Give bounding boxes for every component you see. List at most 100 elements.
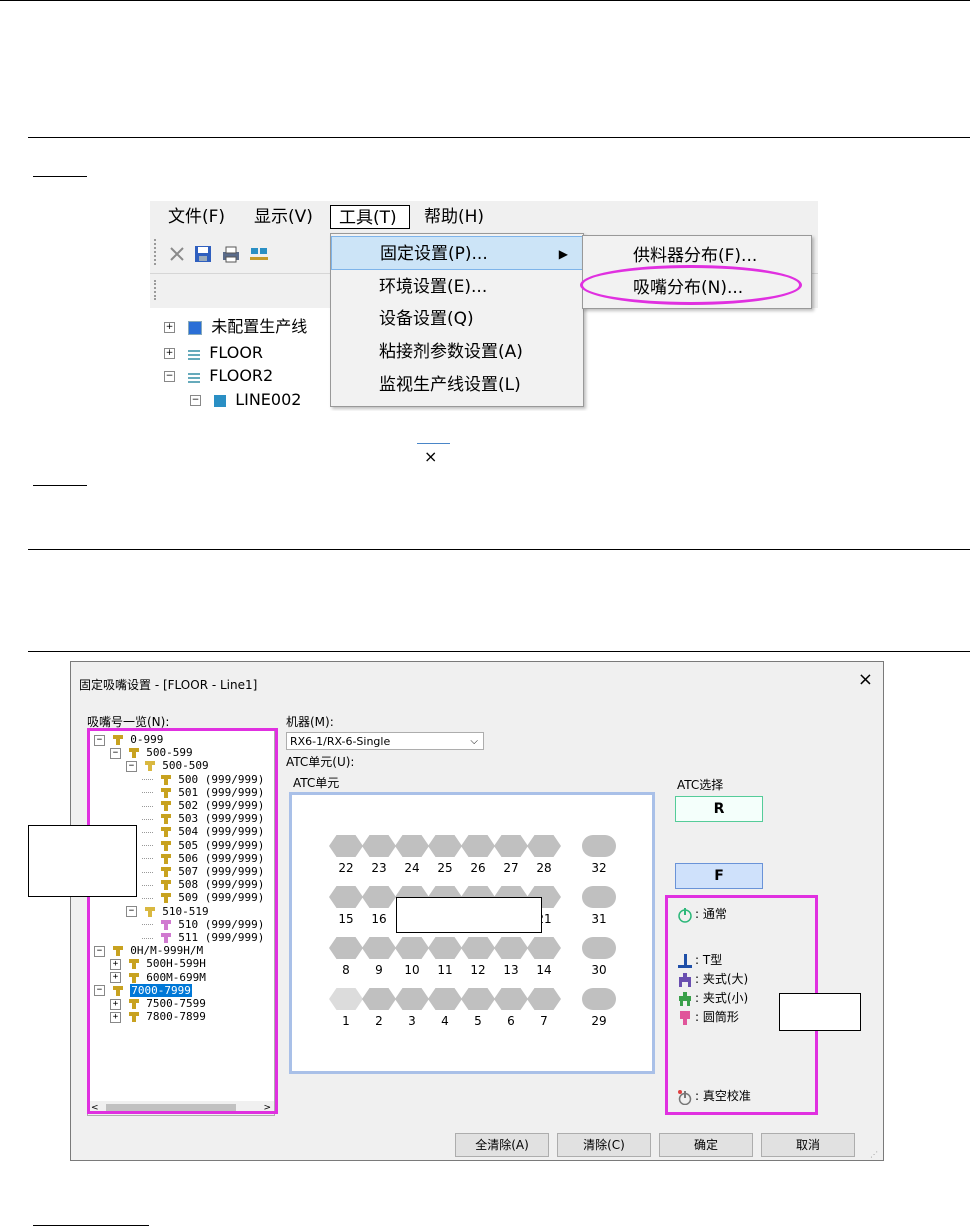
atc-slot[interactable] (582, 988, 616, 1010)
atc-slot[interactable] (494, 988, 528, 1010)
tree-item-floor[interactable]: + FLOOR (164, 343, 263, 363)
atc-slot[interactable] (395, 937, 429, 959)
highlight-box-tree (87, 728, 278, 1114)
atc-slot-number: 15 (338, 912, 354, 926)
section-rule (28, 549, 970, 550)
atc-unit-area: 22 23 24 25 26 27 28 32 15 16 21 31 8 9 10 11 12 13 14 30 1 2… (289, 792, 655, 1074)
machine-select[interactable]: RX6-1/RX-6-Single ⌵ (286, 732, 484, 750)
atc-slot-number: 7 (540, 1014, 548, 1028)
save-icon[interactable] (194, 245, 212, 263)
atc-f-button[interactable]: F (675, 863, 763, 889)
underline-mark (33, 485, 87, 486)
tree-item-line002[interactable]: − LINE002 (190, 390, 301, 410)
line-icon (214, 394, 227, 407)
toolbar-grip (154, 239, 158, 265)
menu-item-equipment[interactable]: 设备设置(Q) (331, 302, 583, 336)
atc-slot-number: 24 (404, 861, 420, 875)
atc-slot-number: 6 (507, 1014, 515, 1028)
menu-item-environment[interactable]: 环境设置(E)... (331, 270, 583, 304)
atc-slot[interactable] (395, 988, 429, 1010)
atc-slot[interactable] (362, 988, 396, 1010)
atc-slot-number: 32 (591, 861, 607, 875)
cancel-button[interactable]: 取消 (761, 1133, 855, 1157)
callout-box (28, 825, 137, 897)
atc-slot[interactable] (362, 835, 396, 857)
expand-icon[interactable]: + (164, 348, 175, 359)
callout-box (779, 993, 861, 1031)
menu-item-monitor-line[interactable]: 监视生产线设置(L) (331, 368, 583, 402)
atc-slot[interactable] (329, 937, 363, 959)
atc-slot[interactable] (362, 886, 396, 908)
submenu-arrow-icon: ▶ (558, 247, 568, 261)
atc-slot[interactable] (494, 937, 528, 959)
atc-slot[interactable] (494, 835, 528, 857)
atc-slot-number: 30 (591, 963, 607, 977)
atc-slot[interactable] (582, 886, 616, 908)
print-icon[interactable] (222, 245, 240, 263)
callout-box (396, 897, 542, 933)
atc-slot[interactable] (527, 988, 561, 1010)
menu-item-adhesive[interactable]: 粘接剂参数设置(A) (331, 335, 583, 369)
atc-slot[interactable] (527, 937, 561, 959)
atc-slot[interactable] (362, 937, 396, 959)
toolbar-grip (154, 280, 158, 300)
atc-r-button[interactable]: R (675, 796, 763, 822)
top-rule (0, 0, 970, 1)
atc-slot[interactable] (527, 835, 561, 857)
atc-slot-number: 5 (474, 1014, 482, 1028)
atc-slot-number: 3 (408, 1014, 416, 1028)
tree-item-floor2[interactable]: − FLOOR2 (164, 366, 273, 386)
expand-icon[interactable]: + (164, 322, 175, 333)
atc-slot-number: 10 (404, 963, 420, 977)
atc-slot-number: 12 (470, 963, 486, 977)
ok-button[interactable]: 确定 (659, 1133, 753, 1157)
atc-slot[interactable] (428, 988, 462, 1010)
menu-screenshot: 文件(F) 显示(V) 工具(T) 帮助(H) + 未配置生产线 + FLOOR… (150, 201, 818, 411)
atc-slot-number: 1 (342, 1014, 350, 1028)
atc-slot[interactable] (461, 937, 495, 959)
delete-icon[interactable] (168, 245, 186, 263)
atc-slot[interactable] (428, 835, 462, 857)
floor-icon (188, 370, 201, 383)
tools-dropdown: 固定设置(P)... ▶ 环境设置(E)... 设备设置(Q) 粘接剂参数设置(… (330, 233, 584, 407)
tree-item-unassigned[interactable]: + 未配置生产线 (164, 317, 307, 337)
clear-button[interactable]: 清除(C) (557, 1133, 651, 1157)
resize-grip-icon[interactable]: ⋰ (870, 1150, 878, 1159)
menu-help[interactable]: 帮助(H) (416, 205, 492, 229)
dialog-title: 固定吸嘴设置 - [FLOOR - Line1] (79, 678, 258, 692)
atc-slot[interactable] (582, 937, 616, 959)
unassigned-line-icon (188, 320, 203, 335)
clear-all-button[interactable]: 全清除(A) (455, 1133, 549, 1157)
menu-tools[interactable]: 工具(T) (330, 205, 410, 229)
atc-slot-number: 11 (437, 963, 453, 977)
atc-slot[interactable] (329, 835, 363, 857)
collapse-icon[interactable]: − (190, 395, 201, 406)
atc-unit-label: ATC单元(U): (286, 755, 355, 769)
atc-slot-number: 9 (375, 963, 383, 977)
close-button[interactable]: × (858, 670, 873, 690)
menu-file[interactable]: 文件(F) (160, 205, 233, 229)
menu-view[interactable]: 显示(V) (246, 205, 321, 229)
atc-slot-number: 29 (591, 1014, 607, 1028)
atc-slot[interactable] (395, 835, 429, 857)
atc-slot-number: 25 (437, 861, 453, 875)
atc-select-label: ATC选择 (677, 778, 724, 792)
atc-slot[interactable] (428, 937, 462, 959)
atc-slot-number: 23 (371, 861, 387, 875)
blue-dash-mark (417, 443, 450, 444)
section-rule (28, 651, 970, 652)
underline-mark (33, 176, 87, 177)
line-icon[interactable] (250, 245, 268, 263)
highlight-ellipse (580, 265, 802, 305)
atc-slot[interactable] (329, 988, 363, 1010)
atc-slot-number: 31 (591, 912, 607, 926)
atc-slot[interactable] (329, 886, 363, 908)
atc-slot[interactable] (461, 988, 495, 1010)
menu-item-fixed-settings[interactable]: 固定设置(P)... ▶ (331, 236, 583, 270)
atc-slot[interactable] (582, 835, 616, 857)
collapse-icon[interactable]: − (164, 371, 175, 382)
atc-slot-number: 13 (503, 963, 519, 977)
atc-slot[interactable] (461, 835, 495, 857)
menubar: 文件(F) 显示(V) 工具(T) 帮助(H) (150, 201, 818, 233)
atc-slot-number: 4 (441, 1014, 449, 1028)
